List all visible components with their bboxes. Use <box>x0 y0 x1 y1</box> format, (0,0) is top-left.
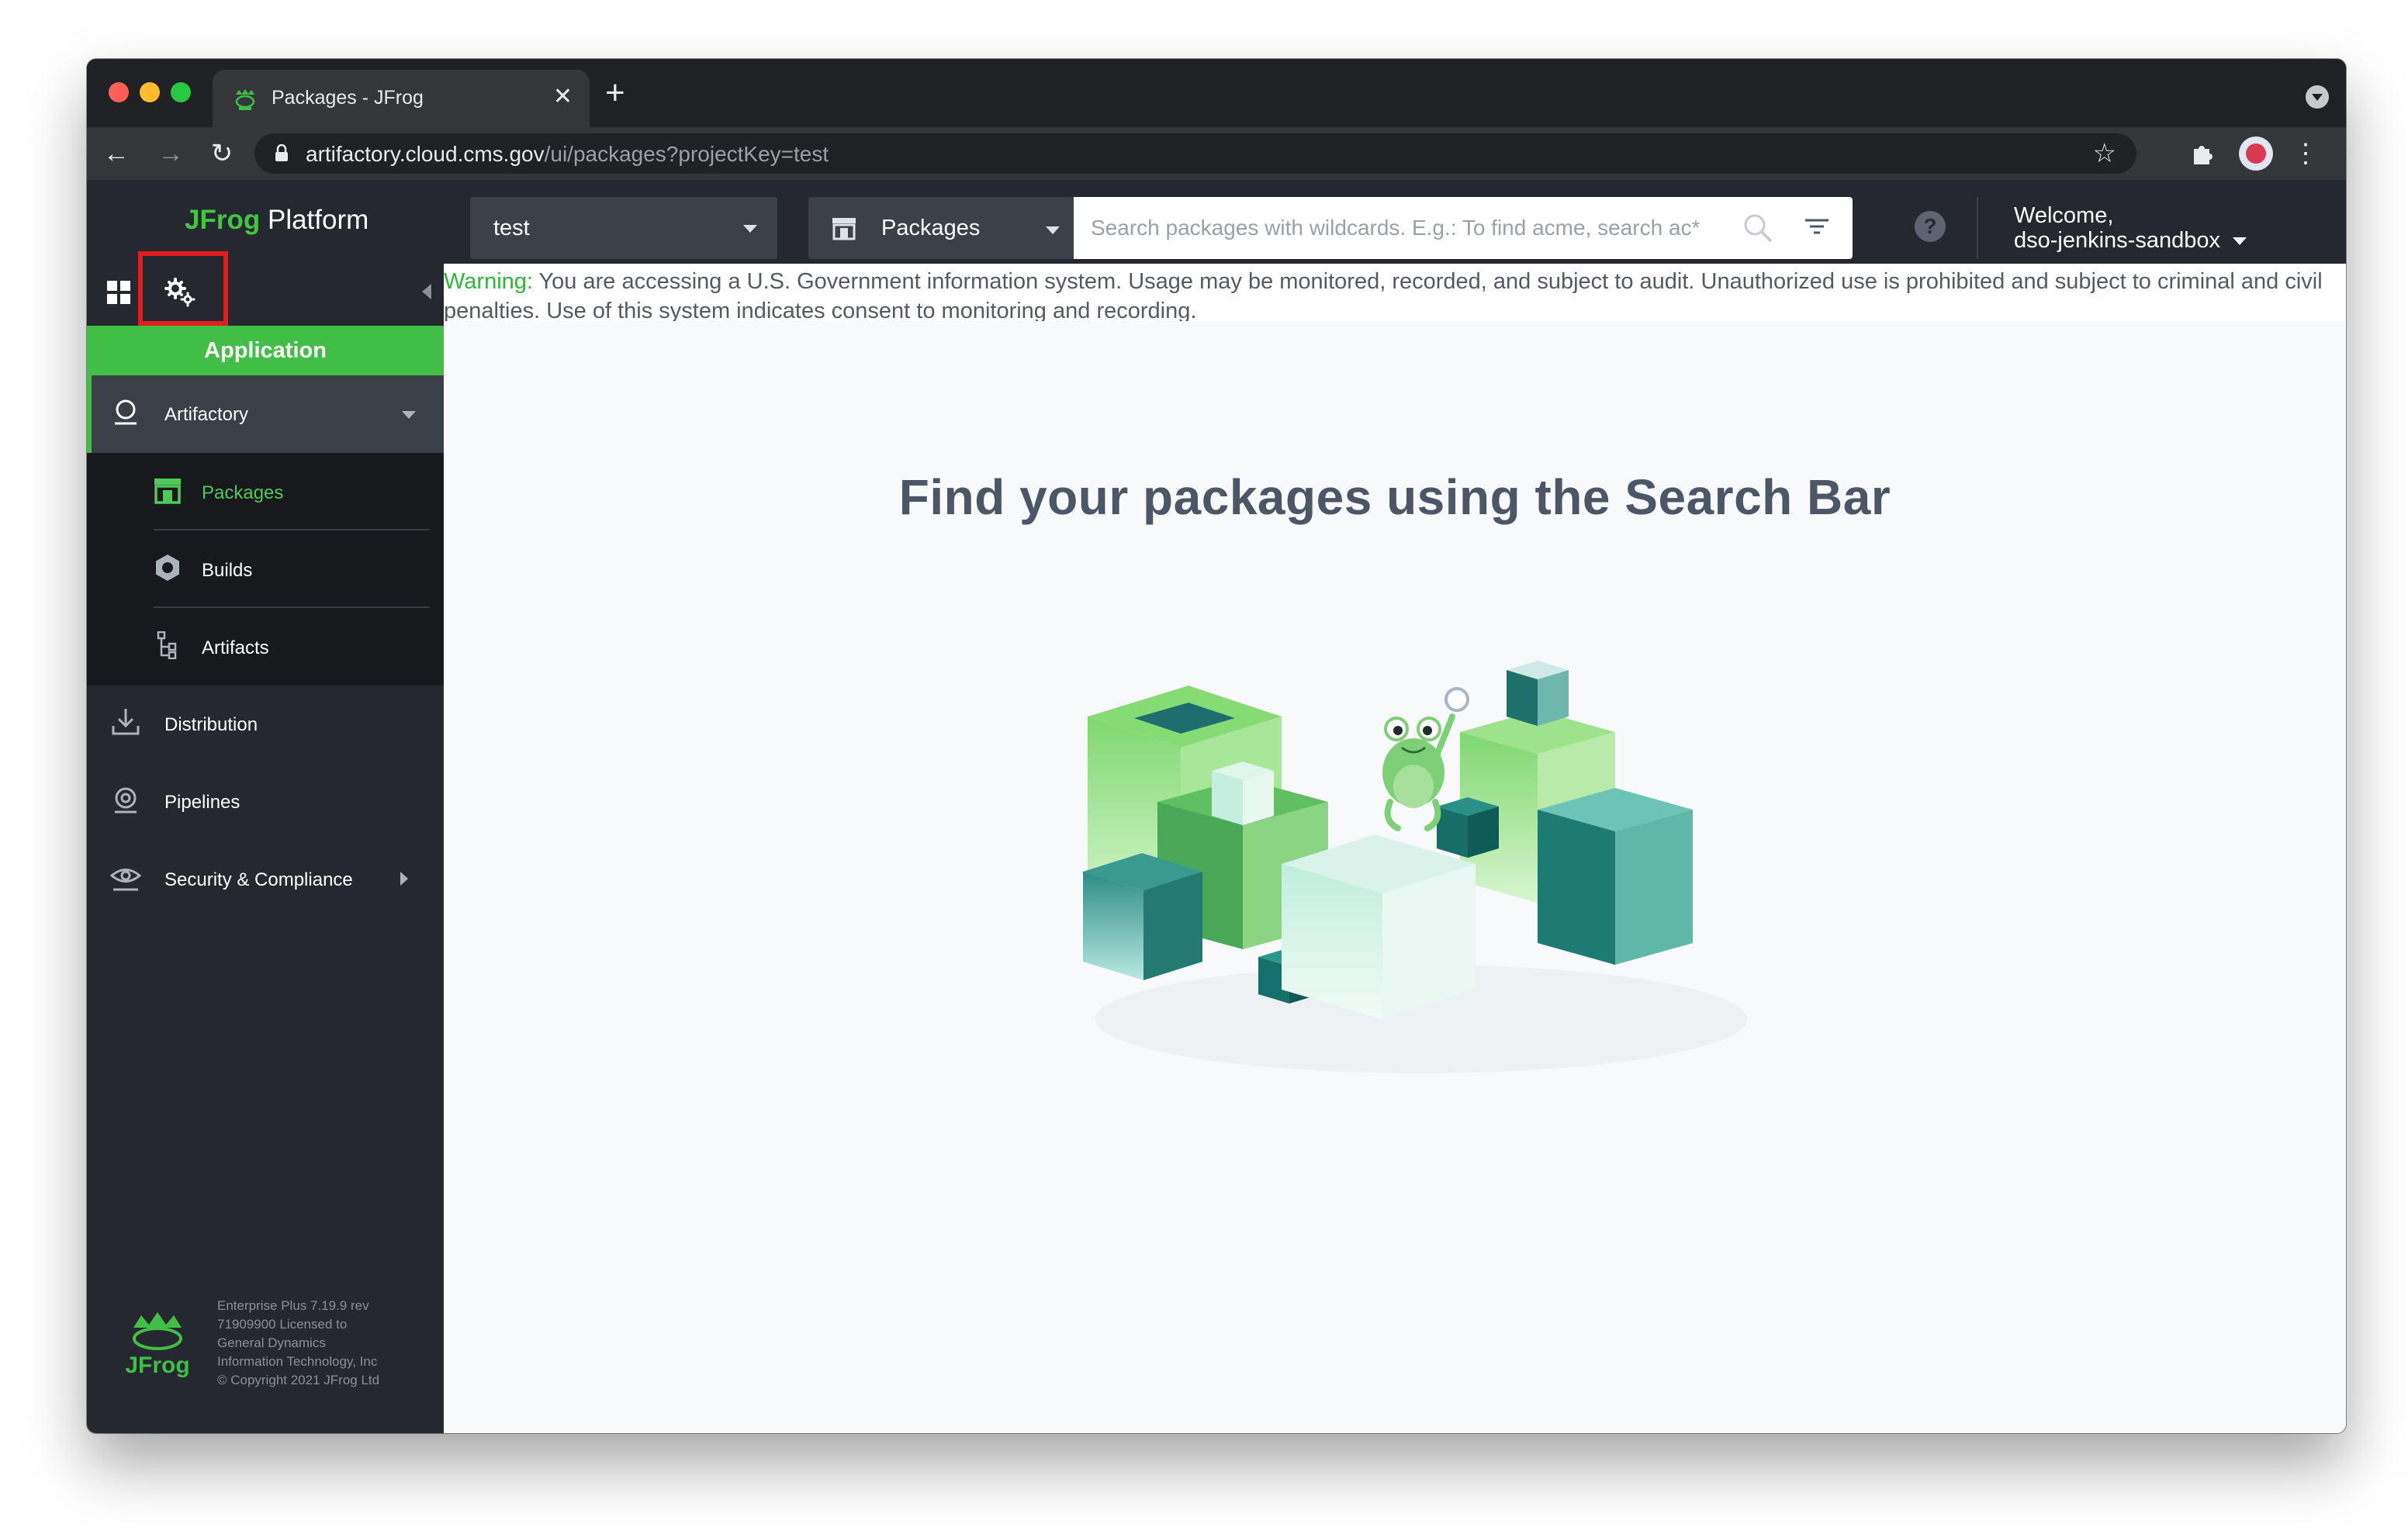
sidebar-item-label: Builds <box>202 560 253 581</box>
tab-search-button[interactable] <box>2306 85 2329 109</box>
license-footer: JFrog Enterprise Plus 7.19.9 rev 7190990… <box>126 1297 436 1398</box>
username-line: dso-jenkins-sandbox <box>2014 228 2247 253</box>
back-icon[interactable]: ← <box>98 135 135 172</box>
search-icon[interactable] <box>1742 212 1773 244</box>
application-tab[interactable]: Application <box>87 326 444 375</box>
footer-line: © Copyright 2021 JFrog Ltd <box>217 1373 380 1387</box>
footer-line: Information Technology, Inc <box>217 1354 378 1369</box>
address-bar[interactable]: artifactory.cloud.cms.gov/ui/packages?pr… <box>254 133 2136 174</box>
pipelines-icon <box>115 787 137 814</box>
bookmark-star-icon[interactable]: ☆ <box>2093 138 2116 169</box>
chevron-down-icon <box>1046 226 1060 234</box>
distribution-icon <box>112 709 140 735</box>
welcome-label: Welcome, <box>2014 203 2114 228</box>
browser-tab[interactable]: Packages - JFrog ✕ <box>213 70 590 127</box>
jfrog-favicon-icon <box>235 89 255 110</box>
sidebar-item-label: Artifacts <box>202 637 269 658</box>
main-content: Find your packages using the Search Bar <box>444 321 2346 1433</box>
extensions-puzzle-icon[interactable] <box>2188 138 2219 169</box>
user-menu[interactable]: Welcome, dso-jenkins-sandbox <box>2014 203 2247 253</box>
packages-frog-illustration <box>1083 661 1747 1073</box>
brand-text: JFrog Platform <box>185 205 368 236</box>
sidebar-item-artifacts[interactable]: Artifacts <box>87 608 444 686</box>
url-text: artifactory.cloud.cms.gov/ui/packages?pr… <box>306 142 829 167</box>
page-headline: Find your packages using the Search Bar <box>898 469 1891 525</box>
packages-icon <box>832 218 856 240</box>
sidebar-item-security-compliance[interactable]: Security & Compliance <box>87 841 444 918</box>
filter-icon[interactable] <box>1803 216 1831 240</box>
url-host: artifactory.cloud.cms.gov <box>306 142 545 166</box>
minimize-window-button[interactable] <box>140 82 160 102</box>
license-text: Enterprise Plus 7.19.9 rev 71909900 Lice… <box>217 1297 434 1390</box>
collapse-sidebar-icon[interactable] <box>422 284 431 299</box>
sidebar-item-label: Packages <box>202 482 284 503</box>
sidebar-item-label: Artifactory <box>164 404 249 425</box>
warning-label: Warning: <box>444 269 533 294</box>
sidebar-item-label: Security & Compliance <box>164 869 353 890</box>
profile-avatar[interactable] <box>2239 136 2273 171</box>
sidebar-item-packages[interactable]: Packages <box>87 453 444 530</box>
jfrog-logo-icon: JFrog <box>126 1312 189 1377</box>
security-eye-icon <box>110 869 141 891</box>
footer-line: General Dynamics <box>217 1335 326 1350</box>
tab-title: Packages - JFrog <box>272 87 424 109</box>
sidebar-item-builds[interactable]: Builds <box>87 530 444 608</box>
browser-window: Packages - JFrog ✕ + ← → ↻ artifactory.c… <box>87 59 2346 1433</box>
artifactory-submenu: Packages Builds Artifacts <box>87 453 444 686</box>
footer-line: 71909900 Licensed to <box>217 1317 348 1332</box>
artifacts-tree-icon <box>157 631 177 659</box>
forward-icon[interactable]: → <box>152 135 189 172</box>
warning-banner: Warning: You are accessing a U.S. Govern… <box>444 264 2346 323</box>
sidebar-item-label: Pipelines <box>164 792 240 813</box>
reload-icon[interactable]: ↻ <box>203 135 240 172</box>
chevron-down-icon <box>2232 237 2247 246</box>
brand-jfrog: JFrog <box>185 205 261 235</box>
browser-toolbar: ← → ↻ artifactory.cloud.cms.gov/ui/packa… <box>87 127 2346 180</box>
project-selector-value: test <box>493 216 530 240</box>
username: dso-jenkins-sandbox <box>2014 228 2220 253</box>
application-grid-icon[interactable] <box>107 281 130 304</box>
screenshot-stage: Packages - JFrog ✕ + ← → ↻ artifactory.c… <box>0 0 2408 1534</box>
artifactory-icon <box>115 399 137 425</box>
chevron-down-icon <box>402 411 416 419</box>
sidebar-item-label: Distribution <box>164 714 258 735</box>
lock-icon <box>275 144 288 161</box>
chevron-right-icon <box>400 872 408 886</box>
sidebar-item-pipelines[interactable]: Pipelines <box>87 763 444 841</box>
packages-icon <box>154 479 181 504</box>
admin-highlight-box <box>138 251 228 326</box>
maximize-window-button[interactable] <box>171 82 191 102</box>
close-window-button[interactable] <box>109 82 129 102</box>
footer-line: Enterprise Plus 7.19.9 rev <box>217 1298 369 1313</box>
sidebar: JFrog Platform Application Artifactory P… <box>87 180 444 1433</box>
search-input[interactable] <box>1091 209 1711 247</box>
module-switcher <box>87 251 444 326</box>
chevron-down-icon <box>743 225 757 233</box>
builds-icon <box>156 555 179 581</box>
jfrog-app: JFrog Platform Application Artifactory P… <box>87 180 2346 1433</box>
project-selector[interactable]: test <box>470 197 777 259</box>
browser-menu-icon[interactable]: ⋮ <box>2290 138 2321 169</box>
new-tab-button[interactable]: + <box>605 76 625 110</box>
top-bar: test Packages Search packages with wildc… <box>444 180 2346 264</box>
search-type-label: Packages <box>881 216 981 240</box>
help-icon[interactable]: ? <box>1915 211 1946 242</box>
search-type-dropdown[interactable]: Packages <box>808 197 1074 259</box>
warning-text: You are accessing a U.S. Government info… <box>444 269 2323 323</box>
tab-close-icon[interactable]: ✕ <box>553 85 573 109</box>
url-path: /ui/packages?projectKey=test <box>544 142 829 166</box>
svg-text:JFrog: JFrog <box>126 1353 189 1377</box>
tab-strip: Packages - JFrog ✕ + <box>87 59 2346 127</box>
search-bar <box>1074 197 1853 259</box>
brand-platform: Platform <box>267 205 369 235</box>
sidebar-item-distribution[interactable]: Distribution <box>87 686 444 763</box>
divider <box>1977 197 1978 259</box>
sidebar-item-artifactory[interactable]: Artifactory <box>87 375 444 453</box>
